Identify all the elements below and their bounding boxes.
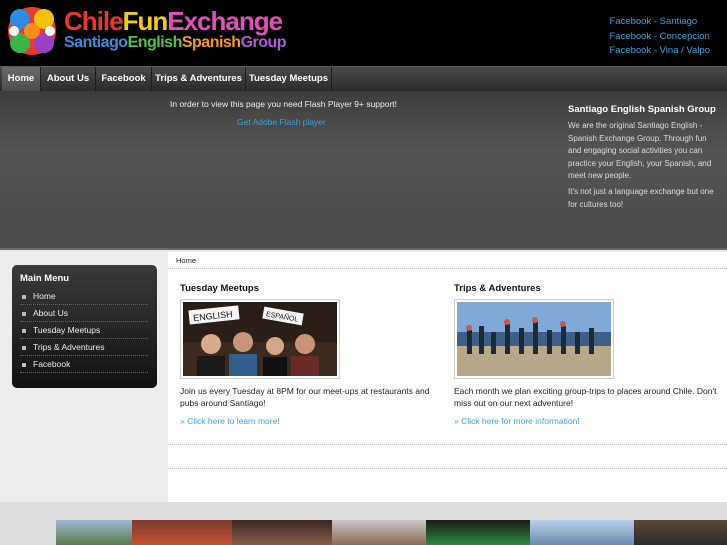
group-description: We are the original Santiago English - S… bbox=[568, 121, 712, 180]
flash-message: In order to view this page you need Flas… bbox=[170, 99, 398, 109]
nav-home[interactable]: Home bbox=[2, 67, 41, 91]
main-menu-title: Main Menu bbox=[20, 273, 70, 284]
facebook-santiago-link[interactable]: Facebook - Santiago bbox=[609, 15, 710, 30]
nav-tuesday-meetups[interactable]: Tuesday Meetups bbox=[246, 67, 332, 91]
photo-strip bbox=[0, 502, 727, 545]
strip-photo-people bbox=[332, 520, 426, 545]
logo-word-exchange: Exchange bbox=[167, 6, 283, 36]
logo-word-english: English bbox=[127, 34, 183, 51]
logo-word-spanish: Spanish bbox=[181, 34, 241, 51]
strip-photo-mountains bbox=[56, 520, 132, 545]
sidebar-item-home[interactable]: Home bbox=[20, 288, 148, 305]
site-logo[interactable]: ChileFunExchange SantiagoEnglishSpanishG… bbox=[0, 0, 310, 62]
nav-about-us[interactable]: About Us bbox=[41, 67, 96, 91]
strip-photo-sky bbox=[530, 520, 634, 545]
group-title: Santiago English Spanish Group bbox=[568, 104, 716, 115]
logo-word-group: Group bbox=[240, 34, 287, 51]
sidebar-item-about-us[interactable]: About Us bbox=[20, 305, 148, 322]
tuesday-meetups-photo[interactable]: ENGLISH ESPAÑOL bbox=[180, 299, 340, 379]
breadcrumb[interactable]: Home bbox=[176, 256, 196, 265]
sidebar-item-facebook[interactable]: Facebook bbox=[20, 356, 148, 373]
content-divider bbox=[168, 444, 727, 445]
trip-photo-image bbox=[457, 302, 611, 376]
strip-photo-night bbox=[634, 520, 727, 545]
trips-adventures-title: Trips & Adventures bbox=[454, 283, 541, 294]
facebook-concepcion-link[interactable]: Facebook - Concepcion bbox=[609, 30, 710, 45]
trips-adventures-text: Each month we plan exciting group-trips … bbox=[454, 386, 717, 408]
sidebar-item-tuesday-meetups[interactable]: Tuesday Meetups bbox=[20, 322, 148, 339]
nav-facebook[interactable]: Facebook bbox=[96, 67, 152, 91]
main-menu: Main Menu Home About Us Tuesday Meetups … bbox=[12, 265, 157, 388]
banner: In order to view this page you need Flas… bbox=[0, 91, 727, 250]
logo-subtitle: SantiagoEnglishSpanishGroup bbox=[64, 34, 287, 52]
trips-adventures-link[interactable]: » Click here for more information! bbox=[454, 416, 580, 426]
group-description-2: It's not just a language exchange but on… bbox=[568, 187, 714, 209]
meetup-photo-image: ENGLISH ESPAÑOL bbox=[183, 302, 337, 376]
logo-title: ChileFunExchange bbox=[64, 6, 283, 37]
header: ChileFunExchange SantiagoEnglishSpanishG… bbox=[0, 0, 727, 66]
logo-word-chile: Chile bbox=[64, 6, 124, 36]
tuesday-meetups-link[interactable]: » Click here to learn more! bbox=[180, 416, 280, 426]
strip-photo-party bbox=[426, 520, 530, 545]
breadcrumb-divider bbox=[168, 268, 727, 269]
tuesday-meetups-title: Tuesday Meetups bbox=[180, 283, 260, 294]
get-flash-link[interactable]: Get Adobe Flash player bbox=[237, 117, 326, 127]
content-divider-2 bbox=[168, 468, 727, 469]
tuesday-meetups-text: Join us every Tuesday at 8PM for our mee… bbox=[180, 386, 430, 408]
sidebar-item-trips-adventures[interactable]: Trips & Adventures bbox=[20, 339, 148, 356]
logo-word-fun: Fun bbox=[122, 6, 169, 36]
main-content: Home Tuesday Meetups ENGLISH ESPAÑOL Joi… bbox=[168, 252, 727, 502]
logo-people-icon bbox=[8, 7, 56, 55]
main-navigation: Home About Us Facebook Trips & Adventure… bbox=[0, 66, 727, 91]
strip-photo-flowers bbox=[132, 520, 232, 545]
nav-trips-adventures[interactable]: Trips & Adventures bbox=[152, 67, 246, 91]
strip-photo-group bbox=[232, 520, 332, 545]
facebook-vina-valpo-link[interactable]: Facebook - Vina / Valpo bbox=[609, 44, 710, 59]
trips-adventures-photo[interactable] bbox=[454, 299, 614, 379]
logo-word-santiago: Santiago bbox=[64, 34, 128, 51]
facebook-links: Facebook - Santiago Facebook - Concepcio… bbox=[609, 15, 710, 59]
